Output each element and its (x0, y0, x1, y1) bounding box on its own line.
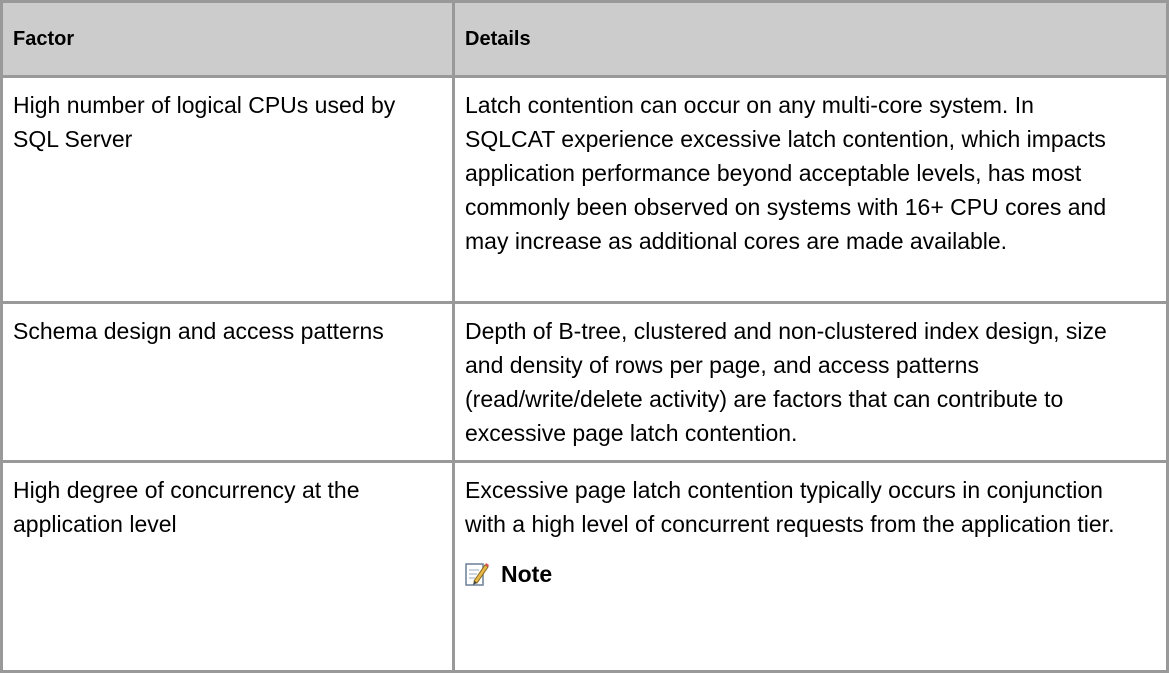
factors-table: Factor Details High number of logical CP… (0, 0, 1169, 673)
factor-cell: Schema design and access patterns (0, 301, 455, 463)
note-heading: Note (465, 557, 1156, 591)
header-factor: Factor (0, 0, 455, 78)
table-row: Schema design and access patterns Depth … (0, 301, 1169, 463)
header-details: Details (452, 0, 1169, 78)
table-row: High degree of concurrency at the applic… (0, 460, 1169, 673)
factor-cell: High degree of concurrency at the applic… (0, 460, 455, 673)
table-row: High number of logical CPUs used by SQL … (0, 75, 1169, 304)
factor-cell: High number of logical CPUs used by SQL … (0, 75, 455, 304)
note-pencil-icon (465, 561, 489, 587)
details-cell: Excessive page latch contention typicall… (452, 460, 1169, 673)
details-text: Excessive page latch contention typicall… (465, 477, 1115, 537)
note-label: Note (501, 561, 553, 587)
details-text: Depth of B-tree, clustered and non-clust… (465, 318, 1107, 446)
details-cell: Latch contention can occur on any multi-… (452, 75, 1169, 304)
details-cell: Depth of B-tree, clustered and non-clust… (452, 301, 1169, 463)
table-header-row: Factor Details (0, 0, 1169, 78)
details-text: Latch contention can occur on any multi-… (465, 92, 1107, 254)
